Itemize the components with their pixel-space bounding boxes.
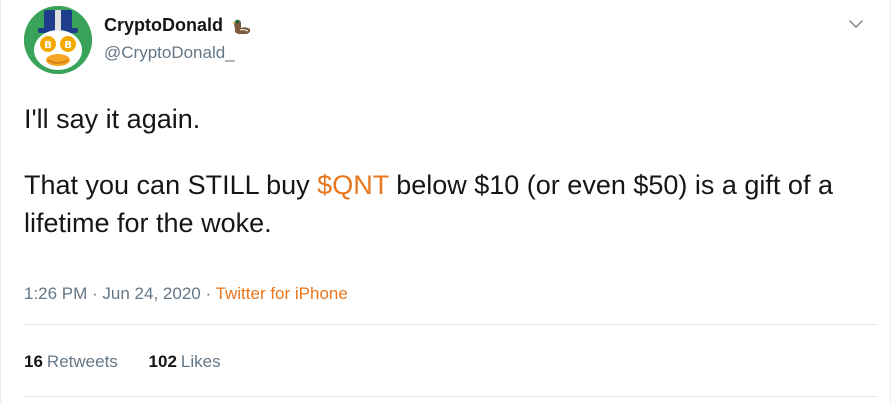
likes-count: 102 [148,352,177,371]
meta-separator: · [200,284,216,303]
cashtag-link[interactable]: $QNT [317,170,389,200]
tweet-line-1: I'll say it again. [24,104,201,134]
duck-emoji-icon [231,18,253,36]
tweet-source-link[interactable]: Twitter for iPhone [216,284,348,303]
tweet-date[interactable]: Jun 24, 2020 [102,284,200,303]
retweets-count: 16 [24,352,43,371]
svg-text:B: B [44,40,52,51]
tweet-meta: 1:26 PM · Jun 24, 2020 · Twitter for iPh… [24,283,348,305]
duck-avatar: B B [24,6,92,74]
svg-text:B: B [64,40,72,51]
divider [24,324,877,325]
retweets-label: Retweets [46,352,118,371]
tweet-header: B B CryptoDonald @CryptoDonald_ [24,6,864,80]
likes-stat[interactable]: 102 Likes [149,351,221,373]
left-border [0,0,1,403]
tweet-text-segment: That you can STILL buy [24,170,318,200]
display-name[interactable]: CryptoDonald [104,15,223,35]
retweets-stat[interactable]: 16 Retweets [24,351,118,373]
tweet-stats: 16 Retweets 102 Likes [24,351,221,373]
likes-label: Likes [180,352,221,371]
tweet-text: I'll say it again. That you can STILL bu… [24,100,854,242]
user-handle[interactable]: @CryptoDonald_ [104,42,253,64]
avatar[interactable]: B B [24,6,92,74]
chevron-down-icon[interactable] [848,16,864,32]
tweet-line-2: That you can STILL buy $QNT below $10 (o… [24,166,854,242]
divider [24,396,877,397]
meta-separator: · [87,284,103,303]
author-block: CryptoDonald @CryptoDonald_ [104,14,253,64]
tweet-time[interactable]: 1:26 PM [24,284,87,303]
